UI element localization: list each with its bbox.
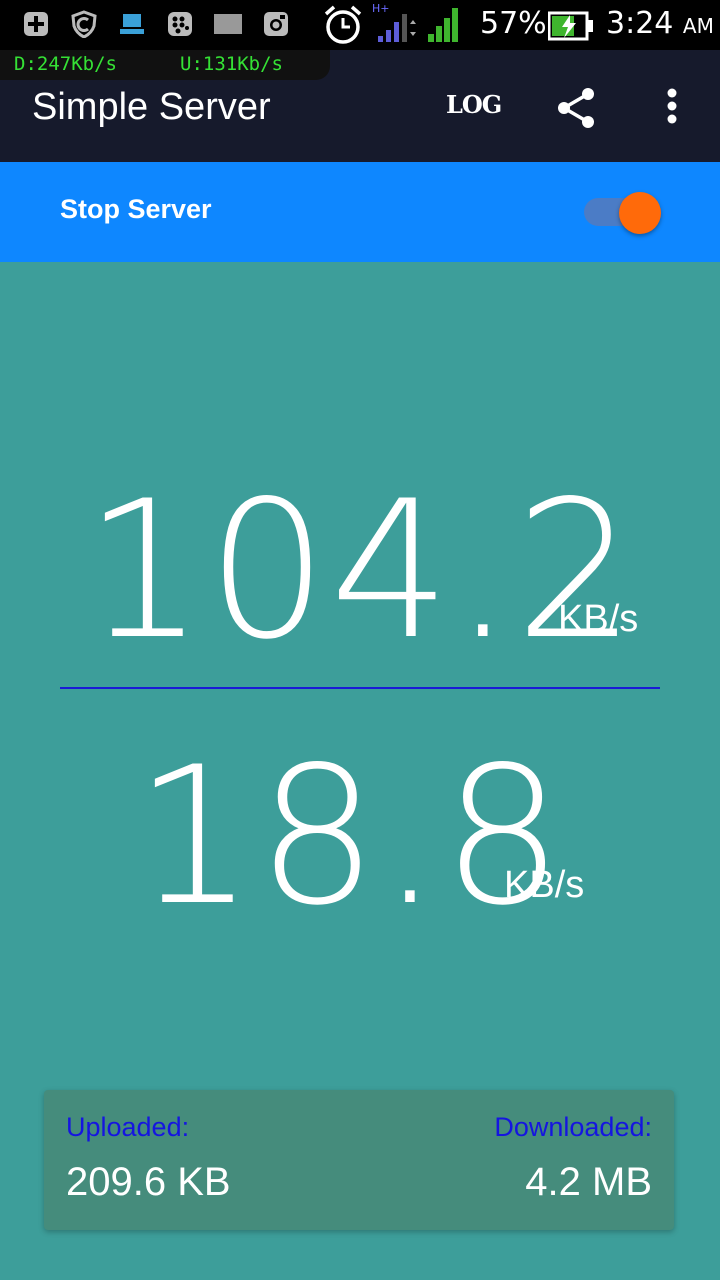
uploaded-label: Uploaded:	[66, 1112, 190, 1142]
upload-rate: U:131Kb/s	[180, 53, 283, 75]
share-icon[interactable]	[552, 84, 600, 132]
downloaded-label: Downloaded:	[494, 1112, 652, 1142]
uploaded-value: 209.6 KB	[66, 1160, 231, 1204]
signal-icon	[378, 14, 416, 42]
transfer-summary-card: Uploaded: 209.6 KB Downloaded: 4.2 MB	[44, 1090, 674, 1230]
alarm-icon	[324, 5, 362, 44]
battery-icon	[548, 11, 593, 41]
secondary-speed-value: 18.8	[134, 726, 566, 947]
add-icon	[24, 12, 48, 36]
primary-speed-value: 104.2	[84, 460, 638, 681]
log-button[interactable]: LOG	[446, 90, 502, 119]
status-time-value: 3:24	[606, 6, 674, 41]
battery-percent: 57%	[480, 6, 547, 41]
shield-icon	[71, 10, 97, 38]
server-switch-thumb[interactable]	[619, 192, 661, 234]
instagram-icon	[264, 12, 288, 36]
secondary-speed-unit: KB/s	[504, 864, 585, 906]
signal-icon	[428, 8, 458, 42]
app-title: Simple Server	[32, 86, 271, 128]
ss-icon	[214, 14, 242, 34]
primary-speed-unit: KB/s	[558, 598, 639, 640]
status-time-ampm: AM	[682, 14, 714, 38]
speed-divider	[60, 687, 660, 689]
status-bar: H+ 57% 3:24 AM	[0, 0, 720, 50]
toggle-label: Stop Server	[60, 194, 212, 224]
monitor-icon	[120, 14, 144, 34]
downloaded-value: 4.2 MB	[525, 1160, 652, 1204]
status-time: 3:24 AM	[606, 6, 714, 41]
more-vert-icon[interactable]	[652, 84, 692, 132]
download-rate: D:247Kb/s	[14, 53, 117, 75]
network-meter: D:247Kb/s U:131Kb/s	[0, 50, 330, 80]
blackberry-icon	[168, 12, 192, 36]
